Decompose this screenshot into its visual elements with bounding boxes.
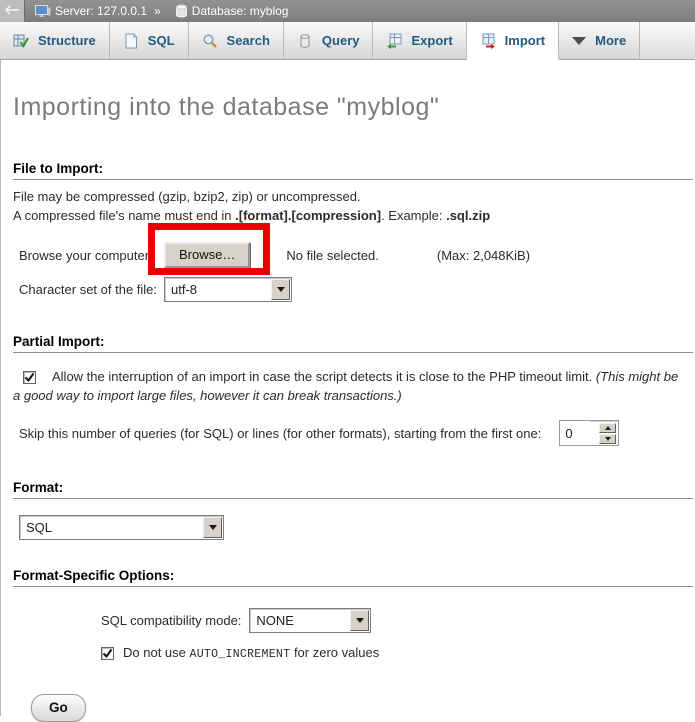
breadcrumb-server[interactable]: Server: 127.0.0.1 bbox=[55, 4, 147, 18]
format-specific-heading: Format-Specific Options: bbox=[13, 568, 693, 587]
sql-compat-label: SQL compatibility mode: bbox=[101, 613, 241, 628]
max-size: (Max: 2,048KiB) bbox=[437, 248, 530, 263]
tab-label: SQL bbox=[148, 33, 175, 48]
skip-number-input-wrap bbox=[559, 420, 619, 446]
tab-label: Import bbox=[505, 33, 545, 48]
breadcrumb-separator: » bbox=[154, 4, 161, 18]
dropdown-arrow-icon[interactable] bbox=[350, 610, 369, 631]
allow-interrupt-label: Allow the interruption of an import in c… bbox=[52, 369, 596, 384]
allow-interrupt-checkbox[interactable] bbox=[23, 371, 36, 384]
back-arrow-icon bbox=[5, 4, 20, 18]
skip-number-input[interactable] bbox=[560, 421, 590, 445]
tab-structure[interactable]: Structure bbox=[0, 22, 110, 60]
sql-compat-select[interactable]: NONE bbox=[249, 608, 371, 633]
sql-icon bbox=[123, 33, 139, 49]
zero-values-checkbox[interactable] bbox=[101, 647, 114, 660]
structure-icon bbox=[13, 33, 29, 49]
page-title: Importing into the database "myblog" bbox=[13, 60, 693, 121]
tab-label: Structure bbox=[38, 33, 96, 48]
import-icon bbox=[480, 33, 496, 49]
format-compression-bold: .[format].[compression] bbox=[235, 208, 381, 223]
tab-import[interactable]: Import bbox=[467, 22, 559, 60]
tab-bar: Structure SQL Search Query Export Import… bbox=[0, 22, 695, 60]
charset-select-value: utf-8 bbox=[165, 278, 270, 301]
import-page: Importing into the database "myblog" Fil… bbox=[0, 60, 695, 716]
tab-query[interactable]: Query bbox=[284, 22, 374, 60]
sql-compat-select-value: NONE bbox=[250, 609, 349, 632]
browse-row: Browse your computer: Browse… No file se… bbox=[19, 241, 693, 269]
tab-label: Export bbox=[411, 33, 452, 48]
tab-label: More bbox=[595, 33, 626, 48]
skip-row: Skip this number of queries (for SQL) or… bbox=[19, 420, 693, 446]
format-heading: Format: bbox=[13, 480, 693, 499]
dropdown-arrow-icon[interactable] bbox=[203, 517, 222, 538]
tab-search[interactable]: Search bbox=[189, 22, 284, 60]
charset-label: Character set of the file: bbox=[19, 282, 164, 297]
tab-more[interactable]: More bbox=[559, 22, 640, 60]
chevron-down-icon bbox=[572, 37, 586, 45]
sql-compat-row: SQL compatibility mode: NONE bbox=[101, 607, 693, 633]
dropdown-arrow-icon[interactable] bbox=[271, 279, 290, 300]
zero-values-row: Do not use AUTO_INCREMENT for zero value… bbox=[101, 645, 693, 661]
breadcrumb-bar: Server: 127.0.0.1 » Database: myblog bbox=[0, 0, 695, 22]
query-icon bbox=[297, 33, 313, 49]
filename-note: A compressed file's name must end in .[f… bbox=[13, 208, 693, 223]
spinner-down-button[interactable] bbox=[599, 434, 616, 444]
format-select-value: SQL bbox=[20, 516, 202, 539]
spinner-up-button[interactable] bbox=[599, 423, 616, 433]
export-icon bbox=[386, 33, 402, 49]
sqlzip-bold: .sql.zip bbox=[446, 208, 490, 223]
tab-export[interactable]: Export bbox=[373, 22, 466, 60]
zero-values-label: Do not use AUTO_INCREMENT for zero value… bbox=[123, 645, 379, 661]
format-select[interactable]: SQL bbox=[19, 515, 224, 540]
charset-select[interactable]: utf-8 bbox=[164, 277, 292, 302]
file-to-import-heading: File to Import: bbox=[13, 161, 693, 180]
tab-label: Search bbox=[227, 33, 270, 48]
tab-label: Query bbox=[322, 33, 360, 48]
tabbar-filler bbox=[640, 22, 695, 60]
server-icon bbox=[35, 5, 51, 18]
allow-interrupt-option: Allow the interruption of an import in c… bbox=[13, 367, 693, 405]
partial-import-heading: Partial Import: bbox=[13, 334, 693, 353]
database-icon bbox=[175, 4, 188, 18]
breadcrumb-database[interactable]: Database: myblog bbox=[192, 4, 289, 18]
compression-note: File may be compressed (gzip, bzip2, zip… bbox=[13, 189, 693, 204]
auto-increment-code: AUTO_INCREMENT bbox=[190, 648, 291, 661]
go-button[interactable]: Go bbox=[31, 694, 86, 722]
tab-sql[interactable]: SQL bbox=[110, 22, 189, 60]
search-icon bbox=[202, 33, 218, 49]
browse-label: Browse your computer: bbox=[19, 248, 164, 263]
back-button[interactable] bbox=[0, 0, 25, 22]
skip-spinner bbox=[599, 421, 618, 445]
browse-button[interactable]: Browse… bbox=[164, 242, 250, 268]
file-status: No file selected. bbox=[286, 248, 379, 263]
charset-row: Character set of the file: utf-8 bbox=[19, 276, 693, 302]
skip-label: Skip this number of queries (for SQL) or… bbox=[19, 426, 541, 441]
